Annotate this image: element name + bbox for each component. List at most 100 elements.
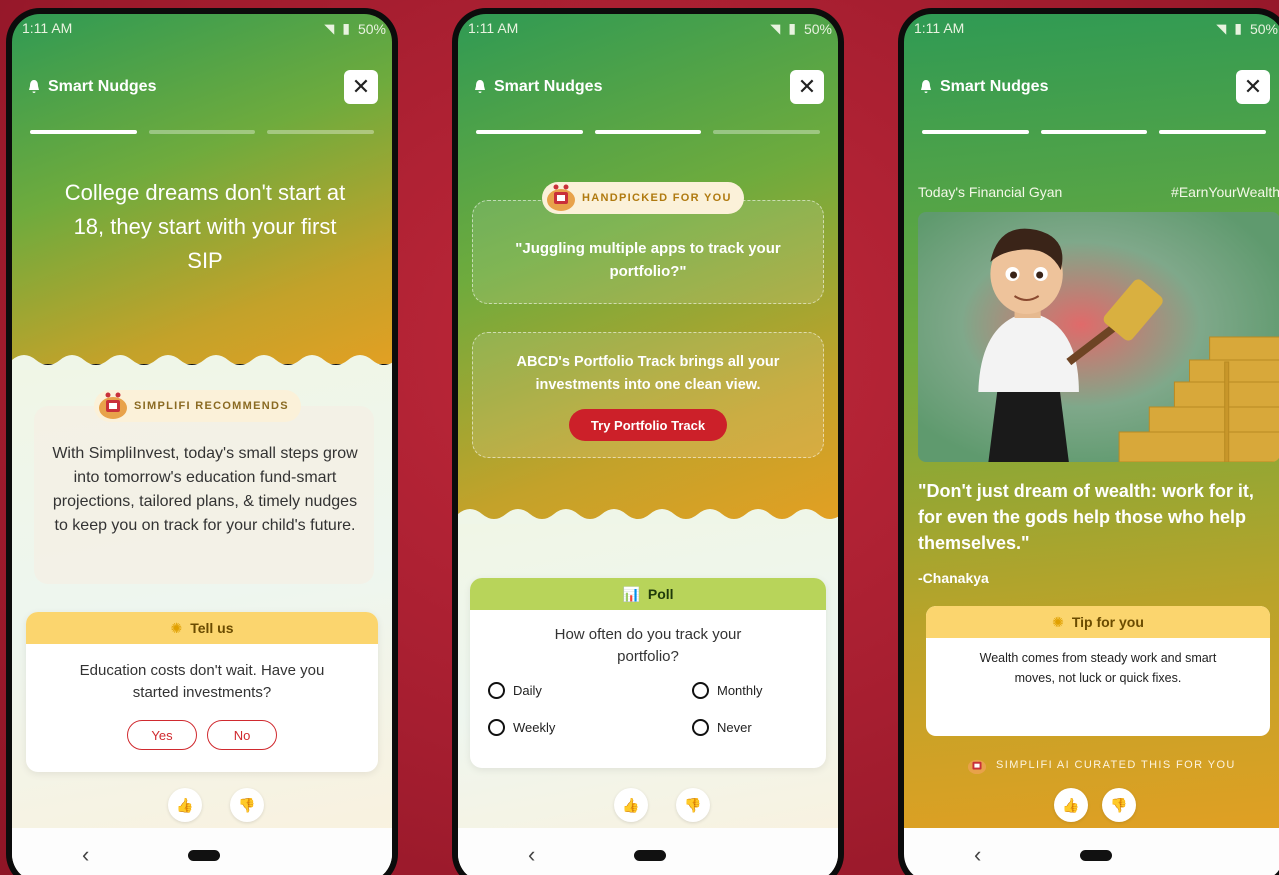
radio-icon — [692, 682, 709, 699]
battery-level: 50% — [803, 20, 832, 37]
phone-screen-2: 1:11 AM ◥ ▮ 50% Smart Nudges ✕ "Juggling… — [452, 8, 844, 875]
wifi-icon: ◥ — [770, 20, 781, 36]
option-label: Never — [717, 720, 752, 735]
option-monthly[interactable]: Monthly — [692, 682, 808, 699]
radio-icon — [488, 719, 505, 736]
tell-us-question: Education costs don't wait. Have you sta… — [79, 662, 325, 701]
progress-segment — [148, 130, 256, 134]
option-label: Daily — [513, 683, 542, 698]
battery-icon: ▮ — [342, 20, 350, 36]
hero-illustration — [918, 212, 1279, 462]
bell-icon — [475, 80, 485, 93]
status-bar: 1:11 AM ◥ ▮ 50% — [22, 18, 386, 38]
story-progress — [476, 130, 821, 134]
man-hammer-illustration — [918, 212, 1279, 462]
close-button[interactable]: ✕ — [790, 70, 824, 104]
status-bar: 1:11 AM ◥ ▮ 50% — [468, 18, 832, 38]
screen-header: Smart Nudges ✕ — [918, 70, 1270, 106]
thumbs-down-icon[interactable]: 👎 — [1102, 788, 1136, 822]
progress-segment — [267, 130, 375, 134]
thumbs-down-icon[interactable]: 👎 — [676, 788, 710, 822]
bell-icon — [29, 80, 39, 93]
phone-screen-3: 1:11 AM ◥ ▮ 50% Smart Nudges ✕ Today's F… — [898, 8, 1279, 875]
option-never[interactable]: Never — [692, 719, 808, 736]
thumbs-up-icon[interactable]: 👍 — [1054, 788, 1088, 822]
status-time: 1:11 AM — [914, 20, 965, 36]
progress-segment — [1159, 130, 1267, 134]
mascot-icon — [547, 184, 575, 211]
header-title: Smart Nudges — [472, 78, 602, 96]
option-weekly[interactable]: Weekly — [488, 719, 648, 736]
poll-header: 📊 Poll — [470, 578, 826, 610]
back-button[interactable]: ‹ — [528, 842, 535, 868]
wave-divider — [458, 509, 838, 526]
tip-header: ✺ Tip for you — [926, 606, 1270, 638]
tip-text: Wealth comes from steady work and smart … — [979, 651, 1217, 685]
nudge-headline: College dreams don't start at 18, they s… — [64, 180, 346, 273]
header-title-text: Smart Nudges — [494, 78, 603, 95]
android-nav-bar: ‹ — [458, 828, 838, 875]
close-button[interactable]: ✕ — [1236, 70, 1270, 104]
thumbs-down-icon[interactable]: 👎 — [230, 788, 264, 822]
progress-segment — [476, 130, 583, 134]
mascot-icon — [99, 392, 127, 419]
progress-segment — [713, 130, 821, 134]
back-button[interactable]: ‹ — [974, 842, 981, 868]
poll-card: 📊 Poll How often do you track your portf… — [470, 578, 826, 768]
cta-wrap: Try Portfolio Track — [473, 409, 823, 441]
quote-author: -Chanakya — [918, 570, 989, 586]
wifi-icon: ◥ — [1216, 20, 1227, 36]
radio-icon — [488, 682, 505, 699]
pitch-text: ABCD's Portfolio Track brings all your i… — [516, 354, 780, 393]
home-button[interactable] — [1080, 850, 1112, 861]
thumbs-up-icon[interactable]: 👍 — [614, 788, 648, 822]
yes-button[interactable]: Yes — [127, 720, 197, 750]
back-button[interactable]: ‹ — [82, 842, 89, 868]
recommendation-body: With SimpliInvest, today's small steps g… — [52, 445, 358, 534]
header-title: Smart Nudges — [26, 78, 156, 96]
status-bar: 1:11 AM ◥ ▮ 50% — [914, 18, 1278, 38]
header-title-text: Smart Nudges — [48, 78, 157, 95]
option-label: Monthly — [717, 683, 763, 698]
close-button[interactable]: ✕ — [344, 70, 378, 104]
option-daily[interactable]: Daily — [488, 682, 648, 699]
wifi-icon: ◥ — [324, 20, 335, 36]
wave-divider — [12, 355, 392, 372]
feedback-buttons: 👍 👎 — [168, 788, 264, 822]
home-button[interactable] — [188, 850, 220, 861]
feedback-buttons: 👍 👎 — [614, 788, 710, 822]
poll-title: Poll — [647, 586, 674, 602]
no-button[interactable]: No — [207, 720, 277, 750]
battery-level: 50% — [1249, 20, 1278, 37]
nudge-screen-3: 1:11 AM ◥ ▮ 50% Smart Nudges ✕ Today's F… — [904, 14, 1279, 875]
screen-header: Smart Nudges ✕ — [472, 70, 824, 106]
quote-text: "Don't just dream of wealth: work for it… — [918, 481, 1254, 553]
progress-segment — [30, 130, 137, 134]
battery-level: 50% — [357, 20, 386, 37]
thumbs-up-icon[interactable]: 👍 — [168, 788, 202, 822]
header-title: Smart Nudges — [918, 78, 1048, 96]
tell-us-title: Tell us — [190, 620, 234, 636]
status-time: 1:11 AM — [22, 20, 73, 36]
progress-segment — [922, 130, 1029, 134]
tell-us-card: ✺ Tell us Education costs don't wait. Ha… — [26, 612, 378, 772]
nudge-screen-2: 1:11 AM ◥ ▮ 50% Smart Nudges ✕ "Juggling… — [458, 14, 838, 875]
ai-curated-label: SIMPLIFI AI CURATED THIS FOR YOU — [964, 754, 1236, 776]
screen-header: Smart Nudges ✕ — [26, 70, 378, 106]
poll-options: Daily Monthly Weekly Never — [470, 668, 826, 736]
bulb-icon: ✺ — [1052, 613, 1064, 630]
tell-us-header: ✺ Tell us — [26, 612, 378, 644]
home-button[interactable] — [634, 850, 666, 861]
answer-buttons: Yes No — [26, 720, 378, 750]
option-label: Weekly — [513, 720, 556, 735]
feedback-buttons: 👍 👎 — [1054, 788, 1136, 822]
phone-screen-1: 1:11 AM ◥ ▮ 50% Smart Nudges ✕ College d… — [6, 8, 398, 875]
ai-curated-text: SIMPLIFI AI CURATED THIS FOR YOU — [996, 759, 1236, 771]
android-nav-bar: ‹ — [904, 828, 1279, 875]
progress-segment — [594, 130, 702, 134]
progress-segment — [1040, 130, 1148, 134]
try-portfolio-track-button[interactable]: Try Portfolio Track — [569, 409, 727, 441]
story-progress — [30, 130, 375, 134]
tip-title: Tip for you — [1071, 614, 1144, 630]
battery-icon: ▮ — [1234, 20, 1242, 36]
